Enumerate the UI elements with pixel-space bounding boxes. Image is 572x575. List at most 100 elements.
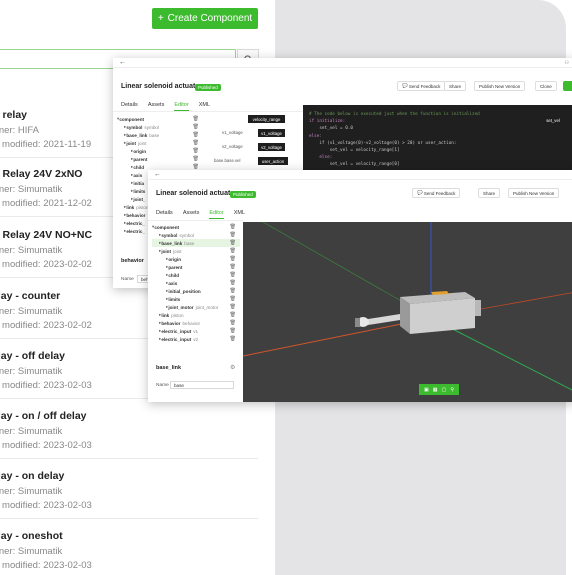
tab-assets[interactable]: Assets — [148, 102, 165, 111]
port-user-action[interactable]: user_action — [258, 157, 288, 165]
clone-button[interactable]: Clone — [535, 81, 557, 91]
list-item[interactable]: elay - on delay wner: Simumatik st modifie… — [0, 470, 260, 511]
tree-node[interactable]: ▸ limits🗑 — [152, 295, 240, 303]
delete-icon[interactable]: 🗑 — [230, 312, 236, 318]
tree-node[interactable]: ▸ electric_input v1 🗑 — [152, 327, 240, 335]
port-set-vel[interactable]: set_vel — [543, 116, 563, 124]
tree-node[interactable]: ▸ behavior behavior 🗑 — [152, 319, 240, 327]
settings-icon[interactable]: ⚙ — [230, 364, 235, 371]
share-button[interactable]: Share — [478, 188, 501, 198]
tree-node-label: behavior — [126, 212, 146, 218]
tab-xml[interactable]: XML — [199, 102, 210, 111]
port-v2-voltage[interactable]: v2_voltage — [258, 143, 285, 151]
delete-icon[interactable]: 🗑 — [193, 156, 199, 162]
port-v1-voltage[interactable]: v1_voltage — [258, 129, 285, 137]
list-item[interactable]: elay - oneshot wner: Simumatik st modified… — [0, 530, 260, 571]
name-field[interactable]: base — [170, 381, 234, 389]
tree-node[interactable]: ▸ axis🗑 — [152, 279, 240, 287]
port-label-v1: v1_voltage — [222, 130, 243, 135]
item-title: elay - oneshot — [0, 530, 63, 542]
item-owner: wner: Simumatik — [0, 486, 63, 497]
tree-node[interactable]: ▸ joint joint 🗑 — [117, 139, 203, 147]
delete-icon[interactable]: 🗑 — [230, 336, 236, 342]
account-icon[interactable]: ⚇ — [565, 60, 569, 66]
delete-icon[interactable]: 🗑 — [230, 296, 236, 302]
tree-node[interactable]: ▸ base_link base 🗑 — [117, 131, 203, 139]
send-feedback-button[interactable]: 💬 Send Feedback — [397, 81, 446, 91]
tree-node[interactable]: ▸ joint joint 🗑 — [152, 247, 240, 255]
tree-node[interactable]: ▸ base_link base 🗑 — [152, 239, 240, 247]
delete-icon[interactable]: 🗑 — [193, 132, 199, 138]
delete-icon[interactable]: 🗑 — [230, 232, 236, 238]
frame-icon[interactable]: ▢ — [442, 387, 447, 393]
share-button[interactable]: Share — [444, 81, 467, 91]
delete-icon[interactable]: 🗑 — [230, 328, 236, 334]
publish-label: Publish New Version — [513, 190, 555, 196]
delete-icon[interactable]: 🗑 — [193, 140, 199, 146]
grid-icon[interactable]: ▦ — [433, 387, 438, 393]
delete-icon[interactable]: 🗑 — [230, 272, 236, 278]
publish-new-version-button[interactable]: Publish New Version — [508, 188, 560, 198]
window-topbar: ← ⚇ — [113, 58, 572, 68]
delete-icon[interactable]: 🗑 — [230, 256, 236, 262]
delete-icon[interactable]: 🗑 — [193, 148, 199, 154]
tree-node-label: base_link — [126, 132, 148, 138]
tree-node[interactable]: ▸ parent 🗑 — [117, 155, 203, 163]
tree-node[interactable]: ▾ component 🗑 — [117, 115, 203, 123]
delete-icon[interactable]: 🗑 — [230, 320, 236, 326]
delete-icon[interactable]: 🗑 — [230, 288, 236, 294]
delete-icon[interactable]: 🗑 — [230, 304, 236, 310]
code-line: # The code below is executed just when t… — [309, 112, 480, 117]
delete-icon[interactable]: 🗑 — [230, 240, 236, 246]
delete-icon[interactable]: 🗑 — [230, 224, 236, 230]
delete-icon[interactable]: 🗑 — [230, 248, 236, 254]
published-badge: Published — [195, 84, 221, 91]
tree-node[interactable]: ▸ joint_motor joint_motor 🗑 — [152, 303, 240, 311]
publish-new-version-button[interactable]: Publish New Version — [474, 81, 526, 91]
tree-node[interactable]: ▸ origin 🗑 — [152, 255, 240, 263]
list-item[interactable]: elay - on / off delay wner: Simumatik st m… — [0, 410, 260, 451]
port-velocity-range[interactable]: velocity_range — [248, 115, 285, 123]
tree-node-label: electric_ — [126, 228, 145, 234]
tab-editor[interactable]: Editor — [209, 210, 224, 219]
tree-node[interactable]: ▸ parent 🗑 — [152, 263, 240, 271]
3d-scene — [243, 222, 572, 391]
delete-icon[interactable]: 🗑 — [193, 116, 199, 122]
item-title: elay - on / off delay — [0, 410, 87, 422]
tree-node[interactable]: ▸ child 🗑 — [152, 271, 240, 279]
tree-node[interactable]: ▸ initial_position 🗑 — [152, 287, 240, 295]
box-icon[interactable]: ▣ — [424, 387, 429, 393]
delete-icon[interactable]: 🗑 — [230, 280, 236, 286]
tab-details[interactable]: Details — [121, 102, 138, 111]
save-button[interactable] — [563, 81, 572, 91]
back-arrow-icon[interactable]: ← — [154, 171, 161, 178]
editor-tabs: Details Assets Editor XML — [121, 102, 210, 111]
tree-node[interactable]: ▸ linkpiston🗑 — [152, 311, 240, 319]
name-label: Name — [121, 277, 134, 282]
tree-node-sublabel: behavior — [182, 320, 201, 326]
back-arrow-icon[interactable]: ← — [119, 59, 126, 66]
tab-editor[interactable]: Editor — [174, 102, 189, 111]
tree-node[interactable]: ▸ electric_input v2 🗑 — [152, 335, 240, 343]
tab-details[interactable]: Details — [156, 210, 173, 219]
delete-icon[interactable]: 🗑 — [230, 264, 236, 270]
list-divider — [0, 518, 258, 519]
delete-icon[interactable]: 🗑 — [193, 124, 199, 130]
pin-icon[interactable]: ⚲ — [450, 387, 454, 393]
create-component-button[interactable]: + Create Component — [152, 8, 258, 29]
tree-node-label: parent — [168, 264, 183, 270]
tree-node-label: child — [133, 164, 145, 170]
tree-node[interactable]: ▾ component 🗑 — [152, 223, 240, 231]
tab-assets[interactable]: Assets — [183, 210, 200, 219]
tree-node[interactable]: ▸ origin 🗑 — [117, 147, 203, 155]
tree-node[interactable]: ▸ symbol symbol 🗑 — [117, 123, 203, 131]
tree-node-label: axis — [168, 280, 178, 286]
send-feedback-button[interactable]: 💬 Send Feedback — [412, 188, 461, 198]
tree-node-sublabel: symbol — [179, 232, 194, 238]
tree-node[interactable]: ▸ symbol symbol 🗑 — [152, 231, 240, 239]
3d-viewport[interactable]: ▣ ▦ ▢ ⚲ — [243, 222, 572, 402]
tree-node-sublabel: piston — [136, 204, 149, 210]
tree-node-label: component — [154, 224, 180, 230]
tab-xml[interactable]: XML — [234, 210, 245, 219]
code-line: else: — [309, 155, 333, 161]
